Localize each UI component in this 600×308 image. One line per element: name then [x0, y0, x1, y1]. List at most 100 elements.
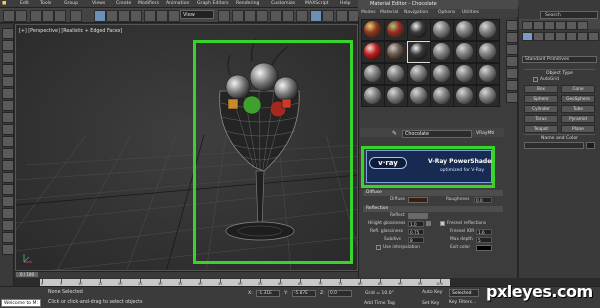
auto-key-button[interactable]: Auto Key — [422, 290, 442, 295]
sample-slot[interactable] — [384, 85, 408, 107]
object-type-rollout-header[interactable]: Object Type — [524, 69, 595, 76]
bind-space-warp-icon[interactable] — [54, 10, 66, 22]
space-warps-icon[interactable] — [577, 32, 588, 41]
tool-icon-2[interactable] — [2, 40, 14, 51]
align-icon[interactable] — [282, 10, 294, 22]
reference-coordinate-dropdown[interactable]: View — [180, 10, 214, 19]
curve-editor-icon[interactable] — [296, 10, 308, 22]
menu-animation[interactable]: Animation — [166, 1, 189, 6]
exit-color-swatch[interactable] — [476, 245, 492, 251]
mat-menu-material[interactable]: Material — [380, 10, 398, 15]
max-depth-input[interactable]: 5 — [476, 237, 492, 243]
cylinder-button[interactable]: Cylinder — [524, 105, 558, 113]
menu-customize[interactable]: Customize — [271, 1, 295, 6]
menu-create[interactable]: Create — [116, 1, 131, 6]
object-color-swatch[interactable] — [586, 142, 595, 149]
video-color-check-icon[interactable] — [506, 68, 518, 79]
sample-slot[interactable] — [453, 19, 477, 41]
sample-slot[interactable] — [407, 19, 431, 41]
menu-modifiers[interactable]: Modifiers — [138, 1, 159, 6]
tool-icon-9[interactable] — [2, 124, 14, 135]
tool-icon-15[interactable] — [2, 196, 14, 207]
systems-icon[interactable] — [588, 32, 599, 41]
lock-icon[interactable] — [426, 221, 431, 226]
fresnel-ior-input[interactable]: 1.6 — [476, 229, 492, 235]
mirror-icon[interactable] — [270, 10, 282, 22]
sample-slot[interactable] — [476, 19, 500, 41]
sample-slot[interactable] — [430, 41, 454, 63]
percent-snap-icon[interactable] — [256, 10, 268, 22]
select-by-name-icon[interactable] — [106, 10, 118, 22]
sample-uv-tiling-icon[interactable] — [506, 56, 518, 67]
sample-slot[interactable] — [430, 63, 454, 85]
modify-tab-icon[interactable] — [533, 21, 544, 30]
menu-views[interactable]: Views — [92, 1, 105, 6]
sample-slot[interactable] — [384, 63, 408, 85]
tool-icon-3[interactable] — [2, 52, 14, 63]
menu-edit[interactable]: Edit — [20, 1, 29, 6]
tube-button[interactable]: Tube — [561, 105, 595, 113]
tool-icon-10[interactable] — [2, 136, 14, 147]
sample-slot[interactable] — [430, 85, 454, 107]
time-slider[interactable]: 0 / 100 — [16, 272, 38, 277]
select-object-icon[interactable] — [94, 10, 106, 22]
pivot-icon[interactable] — [218, 10, 230, 22]
primitive-type-dropdown[interactable]: Standard Primitives — [522, 56, 597, 63]
tool-icon-5[interactable] — [2, 76, 14, 87]
sample-slot[interactable] — [361, 19, 385, 41]
sample-slot[interactable] — [476, 85, 500, 107]
mat-menu-options[interactable]: Options — [438, 10, 455, 15]
sample-type-icon[interactable] — [506, 20, 518, 31]
motion-tab-icon[interactable] — [555, 21, 566, 30]
key-filters-button[interactable]: Key Filters... — [449, 300, 476, 305]
set-key-button[interactable]: Set Key — [422, 301, 439, 306]
subdivs-input[interactable]: 8 — [408, 237, 424, 243]
maxscript-listener-field[interactable]: Welcome to M: — [1, 299, 41, 307]
time-slider-track[interactable] — [15, 271, 358, 278]
viewport-label[interactable]: [+] [Perspective] [Realistic + Edged Fac… — [19, 29, 122, 34]
tool-icon-12[interactable] — [2, 160, 14, 171]
track-bar[interactable]: 0 5 10 15 20 25 30 35 40 45 50 55 60 65 … — [40, 278, 450, 286]
display-tab-icon[interactable] — [566, 21, 577, 30]
material-name-field[interactable]: Chocolate — [402, 130, 472, 138]
material-type-button[interactable]: VRayMtl — [476, 130, 506, 138]
reflect-color-swatch[interactable] — [408, 213, 428, 219]
menu-maxscript[interactable]: MAXScript — [305, 1, 329, 6]
undo-icon[interactable] — [3, 10, 15, 22]
tool-icon-16[interactable] — [2, 208, 14, 219]
utilities-tab-icon[interactable] — [577, 21, 588, 30]
diffuse-color-swatch[interactable] — [408, 197, 428, 203]
sample-slot[interactable] — [361, 85, 385, 107]
tool-icon-18[interactable] — [2, 232, 14, 243]
tool-icon-17[interactable] — [2, 220, 14, 231]
object-name-field[interactable] — [524, 142, 584, 149]
sample-slot[interactable] — [361, 41, 385, 63]
menu-help[interactable]: Help — [340, 1, 350, 6]
link-icon[interactable] — [30, 10, 42, 22]
sphere-button[interactable]: Sphere — [524, 95, 558, 103]
unlink-icon[interactable] — [42, 10, 54, 22]
material-editor-icon[interactable] — [310, 10, 322, 22]
tool-icon-7[interactable] — [2, 100, 14, 111]
selection-filter-icon[interactable] — [70, 10, 82, 22]
render-setup-icon[interactable] — [322, 10, 334, 22]
box-button[interactable]: Box — [524, 85, 558, 93]
tool-icon-8[interactable] — [2, 112, 14, 123]
sample-slot[interactable] — [361, 63, 385, 85]
backlight-icon[interactable] — [506, 32, 518, 43]
sample-slot[interactable] — [407, 63, 431, 85]
menu-tools[interactable]: Tools — [40, 1, 51, 6]
mat-menu-utilities[interactable]: Utilities — [462, 10, 479, 15]
cameras-icon[interactable] — [555, 32, 566, 41]
rectangular-selection-icon[interactable] — [118, 10, 130, 22]
geosphere-button[interactable]: GeoSphere — [561, 95, 595, 103]
tool-icon-11[interactable] — [2, 148, 14, 159]
fresnel-checkbox[interactable] — [440, 221, 445, 226]
select-scale-icon[interactable] — [168, 10, 180, 22]
hilight-gloss-input[interactable]: 1.0 — [408, 221, 424, 227]
sample-slot[interactable] — [476, 63, 500, 85]
sample-slot[interactable] — [384, 41, 408, 63]
torus-button[interactable]: Torus — [524, 115, 558, 123]
select-move-icon[interactable] — [144, 10, 156, 22]
sample-slot[interactable] — [407, 85, 431, 107]
